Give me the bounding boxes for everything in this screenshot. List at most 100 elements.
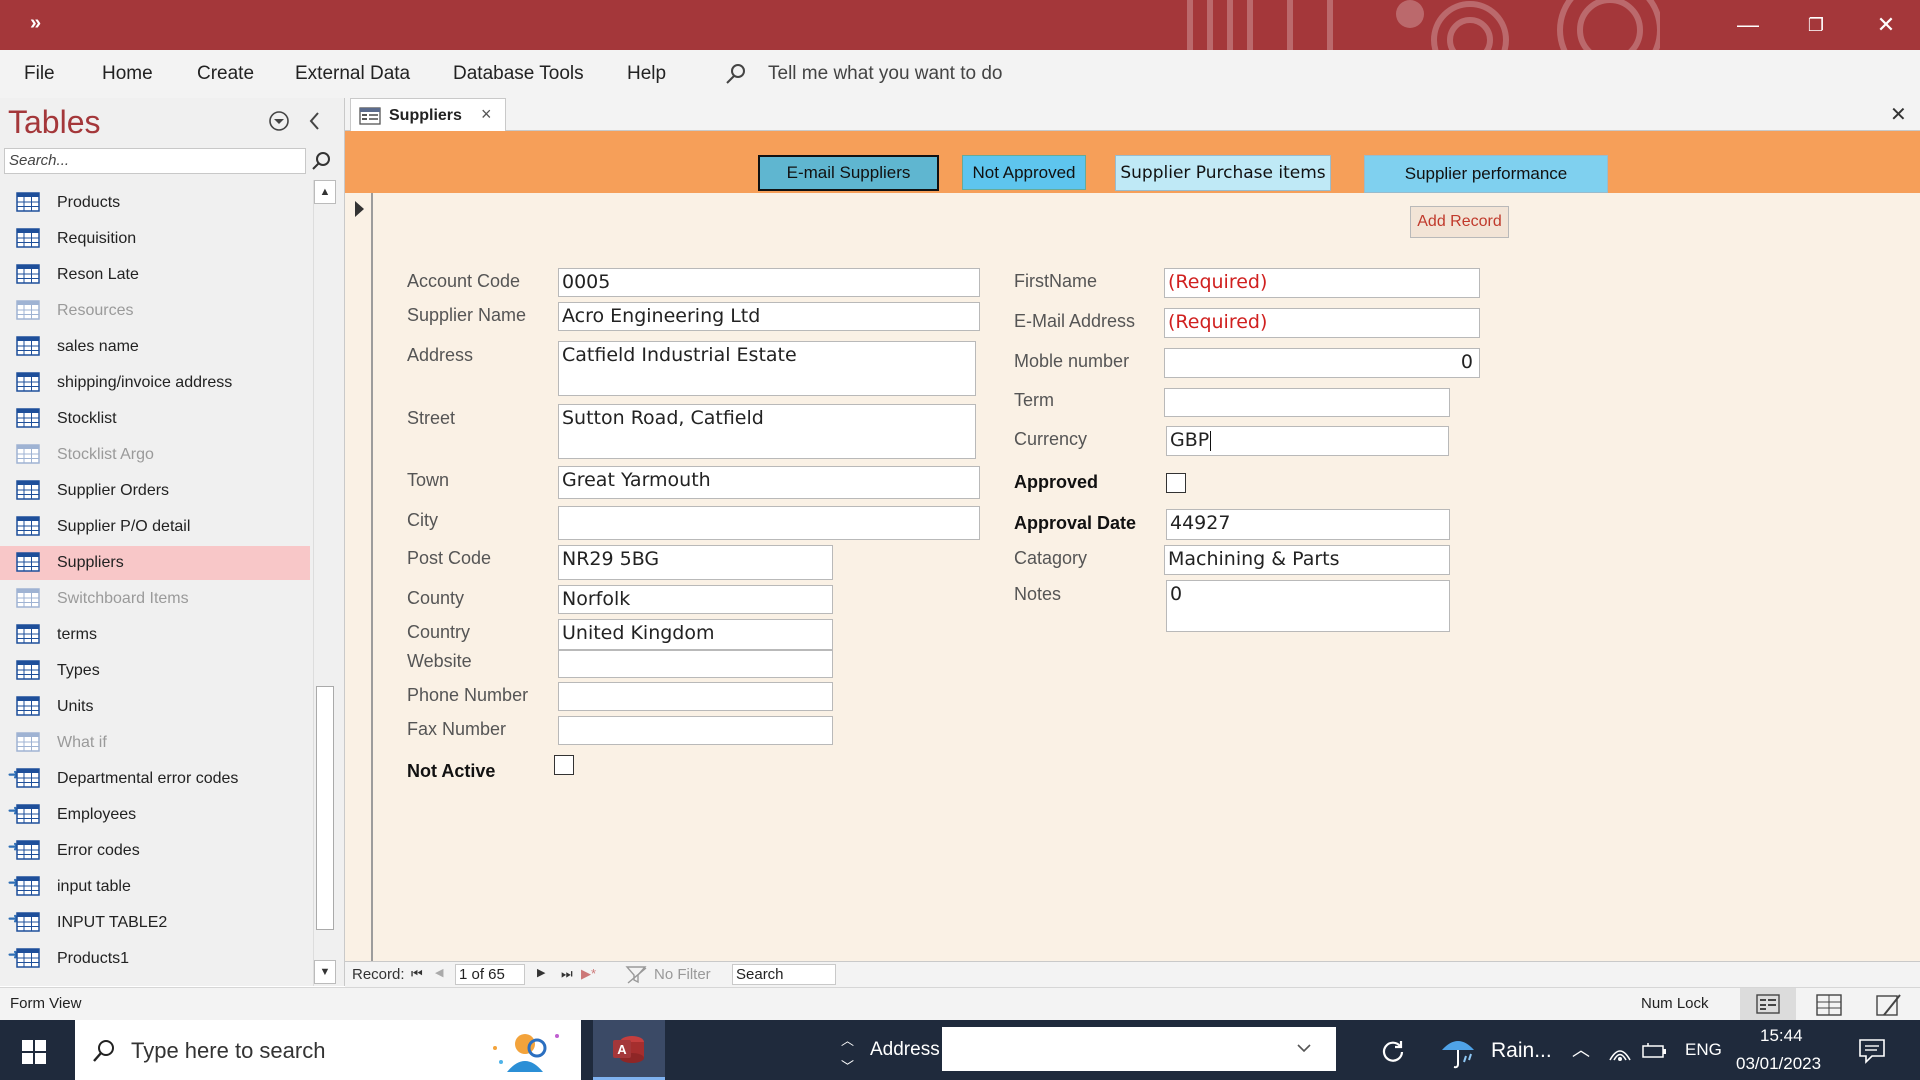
supplier-performance-button[interactable]: Supplier performance bbox=[1364, 155, 1608, 193]
street-field[interactable]: Sutton Road, Catfield bbox=[558, 404, 976, 459]
nav-item-requisition[interactable]: Requisition bbox=[0, 222, 310, 256]
nav-search-button[interactable] bbox=[306, 147, 336, 175]
nav-item-departmental-error-codes[interactable]: ➜ Departmental error codes bbox=[0, 762, 310, 796]
quick-access-toolbar-chevron[interactable]: » bbox=[30, 12, 41, 35]
scroll-up-button[interactable]: ▲ bbox=[314, 180, 336, 204]
nav-scrollbar[interactable]: ▲ ▼ bbox=[313, 180, 336, 986]
nav-item-reson-late[interactable]: Reson Late bbox=[0, 258, 310, 292]
tab-suppliers[interactable]: Suppliers × bbox=[350, 98, 506, 131]
minimize-button[interactable]: — bbox=[1714, 0, 1782, 50]
nav-item-input-table2[interactable]: ➜ INPUT TABLE2 bbox=[0, 906, 310, 940]
weather-text[interactable]: Rain... bbox=[1491, 1039, 1552, 1063]
county-field[interactable]: Norfolk bbox=[558, 585, 833, 614]
nav-item-stocklist-argo[interactable]: Stocklist Argo bbox=[0, 438, 310, 472]
close-tab-button[interactable]: × bbox=[481, 104, 492, 125]
menu-database-tools[interactable]: Database Tools bbox=[453, 63, 584, 85]
not-approved-button[interactable]: Not Approved bbox=[962, 155, 1086, 190]
record-selector[interactable] bbox=[345, 193, 373, 961]
term-field[interactable] bbox=[1164, 388, 1450, 417]
nav-item-shipping-invoice-address[interactable]: shipping/invoice address bbox=[0, 366, 310, 400]
taskbar-scroll-down-icon[interactable]: ﹀ bbox=[841, 1056, 854, 1075]
new-record-button[interactable]: ▶* bbox=[581, 966, 596, 982]
nav-item-switchboard-items[interactable]: Switchboard Items bbox=[0, 582, 310, 616]
nav-item-what-if[interactable]: What if bbox=[0, 726, 310, 760]
current-record-field[interactable]: 1 of 65 bbox=[455, 964, 525, 985]
menu-file[interactable]: File bbox=[24, 63, 55, 85]
scroll-thumb[interactable] bbox=[316, 686, 334, 930]
refresh-icon[interactable] bbox=[1380, 1038, 1406, 1064]
address-field[interactable]: Catfield Industrial Estate bbox=[558, 341, 976, 396]
email-address-field[interactable]: (Required) bbox=[1164, 308, 1480, 338]
taskbar-access-app[interactable]: A bbox=[593, 1020, 665, 1080]
menu-create[interactable]: Create bbox=[197, 63, 254, 85]
nav-item-supplier-po-detail[interactable]: Supplier P/O detail bbox=[0, 510, 310, 544]
notifications-icon[interactable] bbox=[1858, 1038, 1886, 1064]
taskbar-scroll-up-icon[interactable]: ︿ bbox=[841, 1030, 854, 1049]
filter-status-button[interactable]: No Filter bbox=[654, 966, 711, 983]
close-document-button[interactable]: ✕ bbox=[1890, 102, 1907, 127]
previous-record-button[interactable]: ◀ bbox=[435, 966, 443, 979]
nav-search-input[interactable]: Search... bbox=[4, 148, 306, 174]
battery-icon[interactable] bbox=[1642, 1042, 1668, 1060]
nav-item-supplier-orders[interactable]: Supplier Orders bbox=[0, 474, 310, 508]
last-record-button[interactable]: ⏭ bbox=[561, 966, 573, 982]
country-field[interactable]: United Kingdom bbox=[558, 619, 833, 650]
umbrella-weather-icon[interactable] bbox=[1440, 1032, 1476, 1070]
nav-item-resources[interactable]: Resources bbox=[0, 294, 310, 328]
mobile-number-field[interactable]: 0 bbox=[1164, 348, 1480, 378]
fax-number-field[interactable] bbox=[558, 716, 833, 745]
show-hidden-icons-chevron-icon[interactable]: ︿ bbox=[1572, 1036, 1590, 1062]
not-active-checkbox[interactable] bbox=[554, 755, 574, 775]
approved-checkbox[interactable] bbox=[1166, 473, 1186, 493]
nav-item-employees[interactable]: ➜ Employees bbox=[0, 798, 310, 832]
tell-me-input[interactable]: Tell me what you want to do bbox=[768, 63, 1002, 85]
windows-start-icon[interactable] bbox=[22, 1040, 46, 1064]
nav-item-stocklist[interactable]: Stocklist bbox=[0, 402, 310, 436]
add-record-button[interactable]: Add Record bbox=[1410, 206, 1509, 238]
menu-help[interactable]: Help bbox=[627, 63, 666, 85]
supplier-name-field[interactable]: Acro Engineering Ltd bbox=[558, 302, 980, 331]
nav-item-types[interactable]: Types bbox=[0, 654, 310, 688]
layout-view-icon[interactable] bbox=[1816, 994, 1842, 1016]
record-search-input[interactable]: Search bbox=[732, 964, 836, 985]
nav-item-error-codes[interactable]: ➜ Error codes bbox=[0, 834, 310, 868]
menu-home[interactable]: Home bbox=[102, 63, 153, 85]
nav-item-suppliers[interactable]: Suppliers bbox=[0, 546, 310, 580]
category-field[interactable]: Machining & Parts bbox=[1164, 545, 1450, 575]
clock-time[interactable]: 15:44 bbox=[1760, 1026, 1803, 1046]
design-view-icon[interactable] bbox=[1876, 993, 1902, 1017]
post-code-field[interactable]: NR29 5BG bbox=[558, 545, 833, 580]
clock-date[interactable]: 03/01/2023 bbox=[1736, 1054, 1821, 1074]
form-view-button[interactable] bbox=[1740, 988, 1796, 1021]
approval-date-field[interactable]: 44927 bbox=[1166, 509, 1450, 540]
language-indicator[interactable]: ENG bbox=[1685, 1040, 1722, 1060]
close-window-button[interactable]: ✕ bbox=[1852, 0, 1920, 50]
first-record-button[interactable]: ⏮ bbox=[411, 966, 423, 982]
next-record-button[interactable]: ▶ bbox=[537, 966, 545, 979]
wifi-icon[interactable] bbox=[1608, 1040, 1632, 1062]
website-field[interactable] bbox=[558, 650, 833, 678]
town-field[interactable]: Great Yarmouth bbox=[558, 466, 980, 499]
nav-item-terms[interactable]: terms bbox=[0, 618, 310, 652]
city-field[interactable] bbox=[558, 506, 980, 540]
chevron-down-icon[interactable] bbox=[1296, 1042, 1312, 1054]
menu-external-data[interactable]: External Data bbox=[295, 63, 410, 85]
account-code-field[interactable]: 0005 bbox=[558, 268, 980, 297]
address-toolbar-input[interactable] bbox=[942, 1027, 1336, 1071]
email-suppliers-button[interactable]: E-mail Suppliers bbox=[758, 155, 939, 191]
restore-button[interactable]: ❐ bbox=[1782, 0, 1850, 50]
nav-item-products1[interactable]: ➜ Products1 bbox=[0, 942, 310, 976]
scroll-down-button[interactable]: ▼ bbox=[314, 960, 336, 984]
taskbar-search-box[interactable]: Type here to search bbox=[75, 1020, 581, 1080]
nav-item-input-table[interactable]: ➜ input table bbox=[0, 870, 310, 904]
nav-options-dropdown-icon[interactable] bbox=[268, 110, 290, 132]
currency-field[interactable]: GBP bbox=[1166, 426, 1449, 456]
nav-item-products[interactable]: Products bbox=[0, 186, 310, 220]
first-name-field[interactable]: (Required) bbox=[1164, 268, 1480, 298]
notes-field[interactable]: 0 bbox=[1166, 580, 1450, 632]
nav-item-units[interactable]: Units bbox=[0, 690, 310, 724]
phone-number-field[interactable] bbox=[558, 682, 833, 711]
nav-pane-title[interactable]: Tables bbox=[8, 104, 101, 141]
collapse-pane-icon[interactable] bbox=[306, 110, 324, 132]
supplier-purchase-items-button[interactable]: Supplier Purchase items bbox=[1115, 155, 1331, 191]
